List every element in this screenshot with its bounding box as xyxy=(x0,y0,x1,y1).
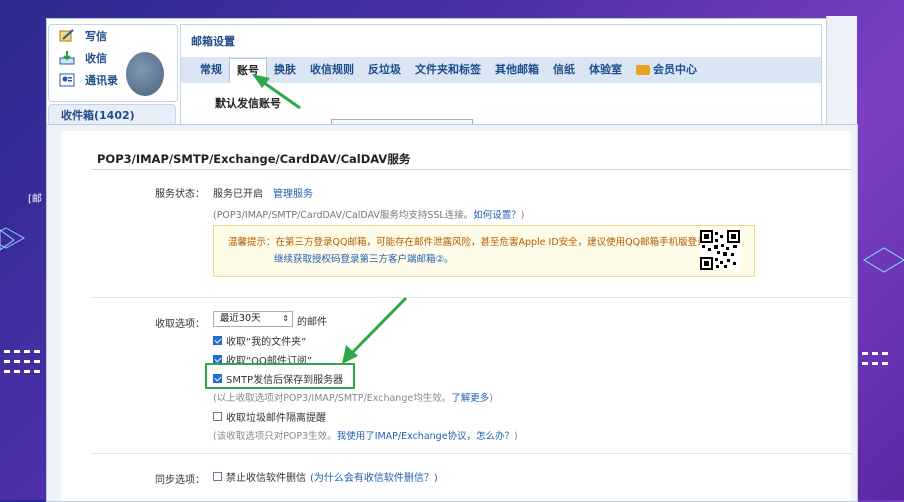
get-auth-code-link[interactable]: 继续获取授权码登录第三方客户端邮箱②。 xyxy=(274,251,454,265)
receive-range-select[interactable]: 最近30天 ⇕ xyxy=(213,311,293,327)
security-warning-box: 温馨提示：在第三方登录QQ邮箱，可能存在邮件泄露风险，甚至危害Apple ID安… xyxy=(213,225,755,277)
option-save-sent-smtp[interactable]: SMTP发信后保存到服务器 xyxy=(213,371,343,386)
tab-skin[interactable]: 换肤 xyxy=(267,57,303,83)
checkbox-prevent-delete[interactable] xyxy=(213,472,222,481)
tab-account[interactable]: 账号 xyxy=(229,58,267,83)
tab-vip-center-label: 会员中心 xyxy=(653,63,697,76)
tab-folders-labels[interactable]: 文件夹和标签 xyxy=(408,57,488,83)
ssl-note: (POP3/IMAP/SMTP/CardDAV/CalDAV服务均支持SSL连接… xyxy=(213,207,524,221)
service-settings-window: POP3/IMAP/SMTP/Exchange/CardDAV/CalDAV服务… xyxy=(46,124,858,502)
settings-title: 邮箱设置 xyxy=(191,35,235,48)
pop3-hint-text: (该收取选项只对POP3生效。 xyxy=(213,431,337,442)
mail-app-scroll-edge xyxy=(826,16,857,136)
contacts-icon xyxy=(59,73,75,87)
service-settings-content: POP3/IMAP/SMTP/Exchange/CardDAV/CalDAV服务… xyxy=(61,131,851,501)
tab-stationery[interactable]: 信纸 xyxy=(546,57,582,83)
pop3-hint-close: ) xyxy=(514,431,518,442)
receive-hint-text: (以上收取选项对POP3/IMAP/SMTP/Exchange均生效。 xyxy=(213,393,452,404)
service-status-label: 服务状态： xyxy=(155,189,205,200)
tab-general[interactable]: 常规 xyxy=(193,57,229,83)
settings-tabs: 常规 账号 换肤 收信规则 反垃圾 文件夹和标签 其他邮箱 信纸 体验室 会员中… xyxy=(181,57,821,83)
background-window-fragment: [邮 xyxy=(28,194,42,205)
vip-icon xyxy=(636,65,650,75)
tab-receive-rules[interactable]: 收信规则 xyxy=(303,57,361,83)
pop3-only-hint: (该收取选项只对POP3生效。我使用了IMAP/Exchange协议，怎么办？) xyxy=(213,428,518,442)
service-section-title: POP3/IMAP/SMTP/Exchange/CardDAV/CalDAV服务 xyxy=(97,152,411,166)
option-prevent-delete[interactable]: 禁止收信软件删信 (为什么会有收信软件删信？) xyxy=(213,469,438,484)
nav-compose[interactable]: 写信 xyxy=(49,25,177,47)
tab-anti-spam[interactable]: 反垃圾 xyxy=(361,57,408,83)
sync-options-label: 同步选项： xyxy=(155,475,205,486)
select-arrows-icon: ⇕ xyxy=(282,314,289,323)
section-divider xyxy=(91,297,851,298)
service-status-value: 服务已开启 xyxy=(213,189,263,200)
ssl-note-text: (POP3/IMAP/SMTP/CardDAV/CalDAV服务均支持SSL连接… xyxy=(213,210,474,221)
why-delete-link[interactable]: (为什么会有收信软件删信？) xyxy=(310,469,438,484)
warning-text: 温馨提示：在第三方登录QQ邮箱，可能存在邮件泄露风险，甚至危害Apple ID安… xyxy=(228,237,717,248)
tab-lab[interactable]: 体验室 xyxy=(582,57,629,83)
settings-panel: 邮箱设置 常规 账号 换肤 收信规则 反垃圾 文件夹和标签 其他邮箱 信纸 体验… xyxy=(180,24,822,135)
background-decoration xyxy=(0,227,40,373)
checkbox-my-folders[interactable] xyxy=(213,336,222,345)
checkbox-save-sent-smtp[interactable] xyxy=(213,374,222,383)
nav-receive-label: 收信 xyxy=(85,52,107,65)
tab-vip-center[interactable]: 会员中心 xyxy=(629,57,704,83)
option-my-folders-label: 收取“我的文件夹” xyxy=(226,337,307,348)
imap-help-link[interactable]: 我使用了IMAP/Exchange协议，怎么办？ xyxy=(337,431,514,442)
checkbox-junk-reminder[interactable] xyxy=(213,412,222,421)
mascot-image xyxy=(126,52,164,96)
default-account-label: 默认发信账号 xyxy=(215,97,281,110)
title-divider xyxy=(91,169,851,170)
receive-options-hint: (以上收取选项对POP3/IMAP/SMTP/Exchange均生效。了解更多) xyxy=(213,390,493,404)
nav-contacts-label: 通讯录 xyxy=(85,74,118,87)
option-junk-reminder-label: 收取垃圾邮件隔离提醒 xyxy=(226,413,326,424)
qr-code-icon xyxy=(700,230,740,270)
receive-range-value: 最近30天 xyxy=(220,313,261,324)
ssl-note-close: ) xyxy=(520,210,525,221)
tab-other-mailboxes[interactable]: 其他邮箱 xyxy=(488,57,546,83)
option-save-sent-smtp-label: SMTP发信后保存到服务器 xyxy=(226,375,344,386)
receive-options-label: 收取选项： xyxy=(155,319,205,330)
option-prevent-delete-label: 禁止收信软件删信 xyxy=(226,473,306,484)
inbox-folder[interactable]: 收件箱(1402) xyxy=(48,104,176,126)
manage-service-link[interactable]: 管理服务 xyxy=(273,185,313,200)
pencil-icon xyxy=(59,29,74,42)
nav-compose-label: 写信 xyxy=(85,30,107,43)
receive-hint-close: ) xyxy=(489,393,493,404)
section-divider-sync xyxy=(91,453,851,454)
receive-range-suffix: 的邮件 xyxy=(297,317,327,328)
how-to-setup-link[interactable]: 如何设置？ xyxy=(473,210,521,221)
learn-more-link[interactable]: 了解更多 xyxy=(451,393,489,404)
option-my-folders[interactable]: 收取“我的文件夹” xyxy=(213,333,306,348)
inbox-download-icon xyxy=(59,51,75,65)
option-junk-reminder[interactable]: 收取垃圾邮件隔离提醒 xyxy=(213,409,326,424)
